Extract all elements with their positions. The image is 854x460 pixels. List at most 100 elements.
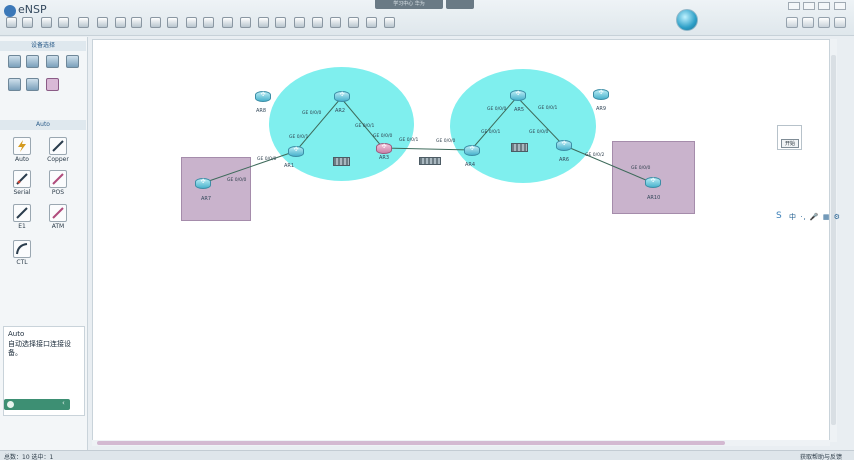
chevron-left-icon[interactable]: ‹: [62, 399, 65, 407]
label-ar7: AR7: [201, 196, 212, 202]
device-panel: 设备选择 Auto Auto Copper Serial POS E1 ATM …: [0, 37, 88, 450]
router-arrows-icon: ✣: [381, 143, 387, 150]
pos-cable-button[interactable]: [49, 170, 67, 188]
router-ar9[interactable]: ✣: [593, 87, 609, 101]
links-layer: [202, 96, 654, 184]
port-label: GE 0/0/1: [481, 130, 501, 135]
pos-cable-icon: [52, 173, 64, 185]
auto-cable-button[interactable]: [13, 137, 31, 155]
start-button[interactable]: 开始: [781, 139, 799, 148]
print-button[interactable]: [97, 17, 108, 28]
redo-button[interactable]: [131, 17, 142, 28]
stop-device-button[interactable]: [330, 17, 341, 28]
new-lab-button[interactable]: [22, 17, 33, 28]
help-button[interactable]: [834, 17, 846, 28]
ime-toolbar[interactable]: S 中 ·, 🎤 ▦ ⚙: [776, 211, 840, 222]
link-marker[interactable]: [419, 157, 441, 165]
router-ar2[interactable]: ✣: [334, 89, 350, 103]
firewall-category-icon[interactable]: [66, 55, 79, 68]
router-ar4[interactable]: ✣: [464, 143, 480, 157]
area-marker-right[interactable]: [511, 143, 528, 152]
zoom-in-button[interactable]: [258, 17, 269, 28]
fit-button[interactable]: [294, 17, 305, 28]
save-button[interactable]: [58, 17, 69, 28]
link-ar6-ar10[interactable]: [562, 144, 654, 184]
status-bar: 总数：10 选中：1 获取帮助与反馈: [0, 450, 854, 460]
area-marker-left[interactable]: [333, 157, 350, 166]
serial-cable-button[interactable]: [13, 170, 31, 188]
router-ar6[interactable]: ✣: [556, 138, 572, 152]
router-ar8[interactable]: ✣: [255, 89, 271, 103]
text-button[interactable]: [222, 17, 233, 28]
router-category-icon[interactable]: [8, 55, 21, 68]
label-ar8: AR8: [256, 108, 267, 114]
wlan-category-icon[interactable]: [46, 55, 59, 68]
label-ar2: AR2: [335, 108, 346, 114]
delete-all-links-button[interactable]: [203, 17, 214, 28]
info-icon: [7, 401, 14, 408]
router-ar10[interactable]: ✣: [645, 175, 661, 189]
label-ar4: AR4: [465, 162, 476, 168]
copper-cable-button[interactable]: [49, 137, 67, 155]
atm-cable-button[interactable]: [49, 204, 67, 222]
cable-panel-header: Auto: [0, 120, 86, 130]
extra-tab[interactable]: [446, 0, 474, 9]
label-ar9: AR9: [596, 106, 607, 112]
cloud-category-icon[interactable]: [26, 78, 39, 91]
vertical-scrollbar[interactable]: [830, 39, 837, 442]
select-button[interactable]: [150, 17, 161, 28]
move-button[interactable]: [167, 17, 178, 28]
undo-button[interactable]: [115, 17, 126, 28]
router-ar7[interactable]: ✣: [195, 176, 211, 190]
capture-button[interactable]: [348, 17, 359, 28]
collapse-bar[interactable]: ‹: [4, 399, 70, 410]
ime-status[interactable]: 中 ·, 🎤 ▦ ⚙: [789, 212, 841, 222]
link-ar3-ar4[interactable]: [382, 147, 472, 151]
restore-button[interactable]: [818, 2, 830, 10]
router-ar1[interactable]: ✣: [288, 144, 304, 158]
horizontal-scrollbar[interactable]: [92, 440, 830, 446]
minimize-button[interactable]: [788, 2, 800, 10]
title-toolbar: eNSP 学习中心 华为: [0, 0, 854, 36]
palette-button[interactable]: [240, 17, 251, 28]
label-ar5: AR5: [514, 107, 525, 113]
save-as-button[interactable]: [78, 17, 89, 28]
e1-cable-icon: [16, 207, 28, 219]
atm-cable-icon: [52, 207, 64, 219]
router-arrows-icon: ✣: [200, 178, 206, 185]
port-label: GE 0/0/0: [257, 157, 277, 162]
start-device-button[interactable]: [312, 17, 323, 28]
vertical-scroll-thumb[interactable]: [831, 55, 836, 425]
cable-label-atm: ATM: [51, 223, 65, 230]
topology-canvas[interactable]: ✣ AR7 ✣ AR1 ✣ AR2 ✣ AR3 ✣ AR4 ✣ AR5 ✣ AR…: [92, 39, 830, 442]
pc-category-icon[interactable]: [8, 78, 21, 91]
ctl-cable-button[interactable]: [13, 240, 31, 258]
switch-category-icon[interactable]: [26, 55, 39, 68]
router-ar3[interactable]: ✣: [376, 141, 392, 155]
new-topology-button[interactable]: [6, 17, 17, 28]
topology-button[interactable]: [384, 17, 395, 28]
e1-cable-button[interactable]: [13, 204, 31, 222]
open-button[interactable]: [41, 17, 52, 28]
ime-s-icon[interactable]: S: [776, 211, 787, 222]
port-label: GE 0/0/0: [302, 111, 322, 116]
cable-label-pos: POS: [51, 189, 65, 196]
settings-button[interactable]: [818, 17, 830, 28]
port-label: GE 0/0/0: [487, 107, 507, 112]
app-title: eNSP: [18, 3, 47, 16]
link-ar7-ar1[interactable]: [202, 150, 297, 184]
forum-button[interactable]: [786, 17, 798, 28]
horizontal-scroll-thumb[interactable]: [97, 441, 725, 445]
learning-center-tab[interactable]: 学习中心 华为: [375, 0, 443, 9]
huawei-site-button[interactable]: [802, 17, 814, 28]
zoom-out-button[interactable]: [275, 17, 286, 28]
router-arrows-icon: ✣: [650, 177, 656, 184]
router-ar5[interactable]: ✣: [510, 88, 526, 102]
show-ports-button[interactable]: [366, 17, 377, 28]
delete-button[interactable]: [186, 17, 197, 28]
cable-category-icon[interactable]: [46, 78, 59, 91]
feedback-link[interactable]: 获取帮助与反馈: [800, 452, 842, 460]
maximize-button[interactable]: [803, 2, 815, 10]
close-button[interactable]: [834, 2, 846, 10]
port-label: GE 0/0/2: [585, 153, 605, 158]
